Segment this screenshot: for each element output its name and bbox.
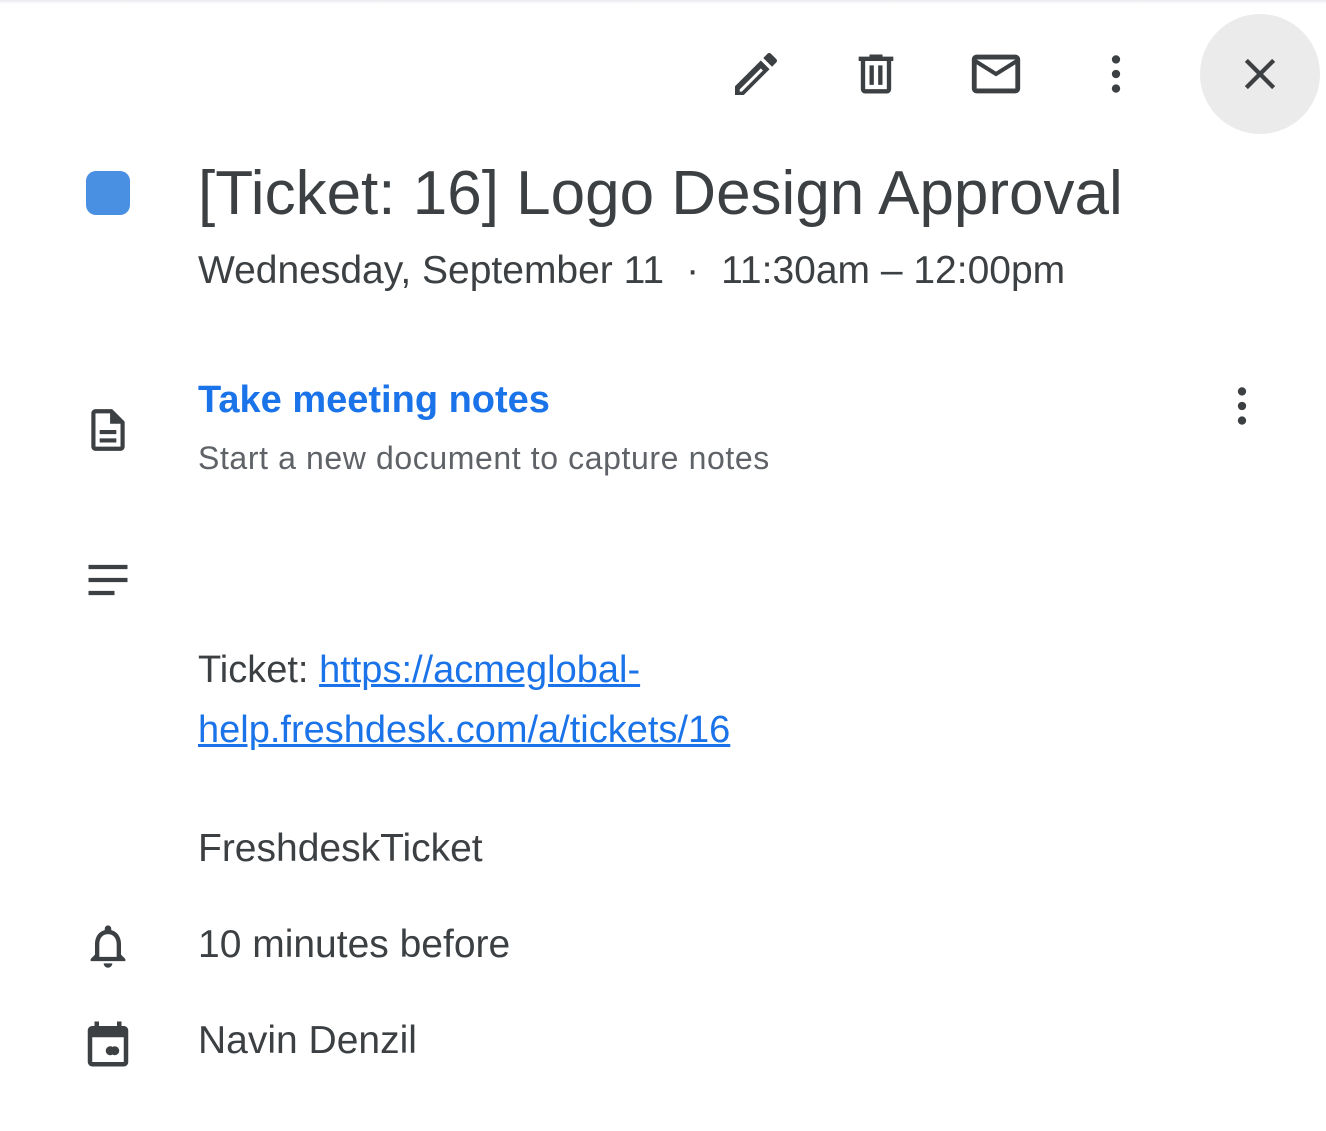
- edit-event-button[interactable]: [696, 14, 816, 134]
- datetime-separator: ·: [686, 249, 700, 292]
- top-edge: [0, 0, 1326, 4]
- bell-icon-wrap: [78, 916, 138, 976]
- event-date: Wednesday, September 11: [198, 249, 665, 292]
- meeting-notes-more-button[interactable]: [1212, 376, 1272, 436]
- reminder-label: 10 minutes before: [198, 923, 511, 966]
- envelope-icon: [971, 54, 1021, 94]
- ticket-url-link-continued[interactable]: help.freshdesk.com/a/tickets/16: [198, 709, 730, 751]
- more-vert-icon: [1111, 55, 1121, 93]
- event-time: 11:30am – 12:00pm: [721, 249, 1066, 292]
- ticket-prefix: Ticket:: [198, 649, 320, 691]
- ticket-url-link[interactable]: https://acmeglobal-: [319, 649, 640, 691]
- event-title: [Ticket: 16] Logo Design Approval: [198, 159, 1123, 228]
- event-datetime: Wednesday, September 11 · 11:30am – 12:00p…: [198, 246, 1065, 296]
- description-icon-wrap: [78, 550, 138, 610]
- meeting-notes-subtitle: Start a new document to capture notes: [198, 440, 770, 476]
- description-tag: FreshdeskTicket: [198, 827, 483, 870]
- close-button[interactable]: [1200, 14, 1320, 134]
- calendar-icon-wrap: [78, 1014, 138, 1074]
- description-line: Ticket: https://acmeglobal-: [198, 640, 1238, 700]
- event-description: Ticket: https://acmeglobal- help.freshde…: [198, 640, 1238, 760]
- calendar-owner: Navin Denzil: [198, 1019, 417, 1062]
- take-meeting-notes-link[interactable]: Take meeting notes: [198, 376, 550, 424]
- more-options-button[interactable]: [1056, 14, 1176, 134]
- email-guests-button[interactable]: [936, 14, 1056, 134]
- more-vert-icon: [1237, 387, 1247, 425]
- bell-icon: [90, 925, 126, 968]
- close-icon: [1244, 58, 1276, 90]
- pencil-icon: [735, 52, 778, 95]
- event-color-indicator: [86, 171, 130, 215]
- description-line: help.freshdesk.com/a/tickets/16: [198, 700, 1238, 760]
- document-icon: [91, 409, 125, 451]
- calendar-icon: [87, 1021, 129, 1067]
- description-lines-icon: [88, 564, 128, 596]
- document-icon-wrap: [78, 400, 138, 460]
- trash-icon: [858, 54, 894, 94]
- delete-event-button[interactable]: [816, 14, 936, 134]
